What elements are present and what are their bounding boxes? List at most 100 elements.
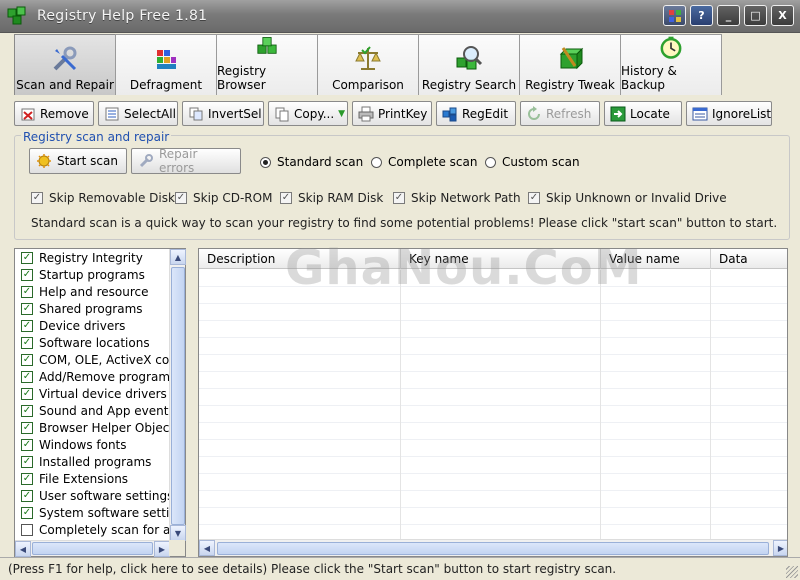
- checkmark-icon[interactable]: ✓: [21, 370, 33, 383]
- results-table-body[interactable]: [199, 270, 787, 540]
- scroll-down-icon[interactable]: ▼: [170, 525, 186, 541]
- checkmark-icon[interactable]: ✓: [21, 387, 33, 400]
- category-item[interactable]: ✓ Device drivers: [15, 317, 170, 334]
- category-item[interactable]: ✓ Registry Integrity: [15, 249, 170, 266]
- radio-dot: [260, 156, 271, 168]
- category-label: Device drivers: [39, 318, 126, 333]
- column-header-key-name[interactable]: Key name: [401, 249, 601, 269]
- checkmark-icon[interactable]: ✓: [21, 336, 33, 349]
- tab-registry-browser[interactable]: Registry Browser: [216, 34, 318, 95]
- category-item[interactable]: ✓ File Extensions: [15, 470, 170, 487]
- category-item[interactable]: ✓ Windows fonts: [15, 436, 170, 453]
- print-key-label: PrintKey: [378, 106, 428, 121]
- category-item[interactable]: ✓ Sound and App events: [15, 402, 170, 419]
- remove-button[interactable]: Remove: [14, 101, 94, 126]
- window-title: Registry Help Free 1.81: [37, 8, 208, 24]
- repair-icon: [138, 153, 154, 169]
- tab-registry-tweak[interactable]: Registry Tweak: [519, 34, 621, 95]
- category-item[interactable]: ✓ Software locations: [15, 334, 170, 351]
- checkmark-icon[interactable]: ✓: [21, 438, 33, 451]
- start-scan-button[interactable]: Start scan: [29, 148, 127, 174]
- column-header-description[interactable]: Description: [199, 249, 401, 269]
- tab-scan-and-repair[interactable]: Scan and Repair: [14, 34, 116, 95]
- scroll-up-icon[interactable]: ▲: [170, 249, 186, 265]
- column-divider: [600, 270, 601, 540]
- checkmark-icon[interactable]: ✓: [21, 268, 33, 281]
- checkmark-icon[interactable]: ✓: [21, 285, 33, 298]
- radio-complete-scan[interactable]: Complete scan: [371, 155, 477, 169]
- radio-standard-scan[interactable]: Standard scan: [260, 155, 363, 169]
- category-item[interactable]: ✓ Installed programs: [15, 453, 170, 470]
- radio-custom-scan[interactable]: Custom scan: [485, 155, 580, 169]
- maximize-button[interactable]: □: [744, 5, 767, 26]
- results-horizontal-scrollbar[interactable]: ◀ ▶: [199, 539, 787, 556]
- tab-history-backup[interactable]: History & Backup: [620, 34, 722, 95]
- help-button[interactable]: ?: [690, 5, 713, 26]
- resize-grip-icon[interactable]: [786, 566, 798, 578]
- skip-unknown-drive-checkbox[interactable]: ✓ Skip Unknown or Invalid Drive: [528, 191, 727, 205]
- select-all-button[interactable]: SelectAll: [98, 101, 178, 126]
- scroll-right-icon[interactable]: ▶: [773, 540, 787, 556]
- scroll-left-icon[interactable]: ◀: [15, 541, 31, 557]
- category-item[interactable]: ✓ Browser Helper Objects: [15, 419, 170, 436]
- minimize-button[interactable]: _: [717, 5, 740, 26]
- category-vertical-scrollbar[interactable]: ▲ ▼: [169, 249, 186, 541]
- category-item[interactable]: ✓ Add/Remove programs: [15, 368, 170, 385]
- refresh-button[interactable]: Refresh: [520, 101, 600, 126]
- regedit-button[interactable]: RegEdit: [436, 101, 516, 126]
- scroll-left-icon[interactable]: ◀: [199, 540, 215, 556]
- category-item[interactable]: ✓ System software settin: [15, 504, 170, 521]
- invert-sel-button[interactable]: InvertSel: [182, 101, 264, 126]
- checkmark-icon[interactable]: ✓: [21, 353, 33, 366]
- skip-network-path-checkbox[interactable]: ✓ Skip Network Path: [393, 191, 521, 205]
- category-item[interactable]: ✓ Shared programs: [15, 300, 170, 317]
- category-horizontal-scrollbar[interactable]: ◀ ▶: [15, 540, 170, 557]
- copy-button[interactable]: Copy... ▼: [268, 101, 348, 126]
- checkmark-icon[interactable]: ✓: [21, 506, 33, 519]
- checkmark-icon[interactable]: ✓: [21, 251, 33, 264]
- tab-defragment[interactable]: Defragment: [115, 34, 217, 95]
- locate-button[interactable]: Locate: [604, 101, 682, 126]
- checkmark-icon[interactable]: ✓: [21, 319, 33, 332]
- category-item[interactable]: ✓ Startup programs: [15, 266, 170, 283]
- scroll-right-icon[interactable]: ▶: [154, 541, 170, 557]
- category-item[interactable]: ✓ COM, OLE, ActiveX con: [15, 351, 170, 368]
- scroll-thumb[interactable]: [171, 267, 185, 525]
- tab-label: Defragment: [129, 78, 203, 92]
- column-divider: [710, 270, 711, 540]
- scan-description: Standard scan is a quick way to scan you…: [31, 216, 778, 230]
- skip-ram-disk-checkbox[interactable]: ✓ Skip RAM Disk: [280, 191, 383, 205]
- category-label: Startup programs: [39, 267, 145, 282]
- category-label: COM, OLE, ActiveX con: [39, 352, 170, 367]
- skin-button[interactable]: [663, 5, 686, 26]
- defragment-icon: [157, 50, 176, 69]
- skip-removable-disk-checkbox[interactable]: ✓ Skip Removable Disk: [31, 191, 175, 205]
- column-header-value-name[interactable]: Value name: [601, 249, 711, 269]
- category-panel: ✓ Registry Integrity ✓ Startup programs ✓ Hel…: [14, 248, 186, 557]
- checkmark-icon[interactable]: ✓: [21, 421, 33, 434]
- checkmark-icon[interactable]: ✓: [21, 404, 33, 417]
- tab-comparison[interactable]: Comparison: [317, 34, 419, 95]
- printer-icon: [358, 106, 374, 122]
- scroll-thumb[interactable]: [217, 542, 769, 555]
- status-bar[interactable]: (Press F1 for help, click here to see de…: [0, 557, 800, 580]
- category-item[interactable]: ✓ User software settings: [15, 487, 170, 504]
- skip-cd-rom-checkbox[interactable]: ✓ Skip CD-ROM: [175, 191, 272, 205]
- tab-registry-search[interactable]: Registry Search: [418, 34, 520, 95]
- locate-label: Locate: [630, 106, 670, 121]
- category-list: ✓ Registry Integrity ✓ Startup programs ✓ Hel…: [15, 249, 170, 541]
- checkmark-icon[interactable]: ✓: [21, 472, 33, 485]
- ignore-list-button[interactable]: IgnoreList: [686, 101, 772, 126]
- scroll-thumb[interactable]: [32, 542, 153, 555]
- close-button[interactable]: X: [771, 5, 794, 26]
- checkmark-icon[interactable]: ✓: [21, 489, 33, 502]
- category-item[interactable]: ✓ Help and resource: [15, 283, 170, 300]
- column-header-data[interactable]: Data: [711, 249, 787, 269]
- checkbox-icon[interactable]: ✓: [21, 523, 33, 536]
- repair-errors-button[interactable]: Repair errors: [131, 147, 241, 175]
- checkmark-icon[interactable]: ✓: [21, 455, 33, 468]
- category-item[interactable]: ✓ Completely scan for all r: [15, 521, 170, 538]
- print-key-button[interactable]: PrintKey: [352, 101, 432, 126]
- category-item[interactable]: ✓ Virtual device drivers: [15, 385, 170, 402]
- checkmark-icon[interactable]: ✓: [21, 302, 33, 315]
